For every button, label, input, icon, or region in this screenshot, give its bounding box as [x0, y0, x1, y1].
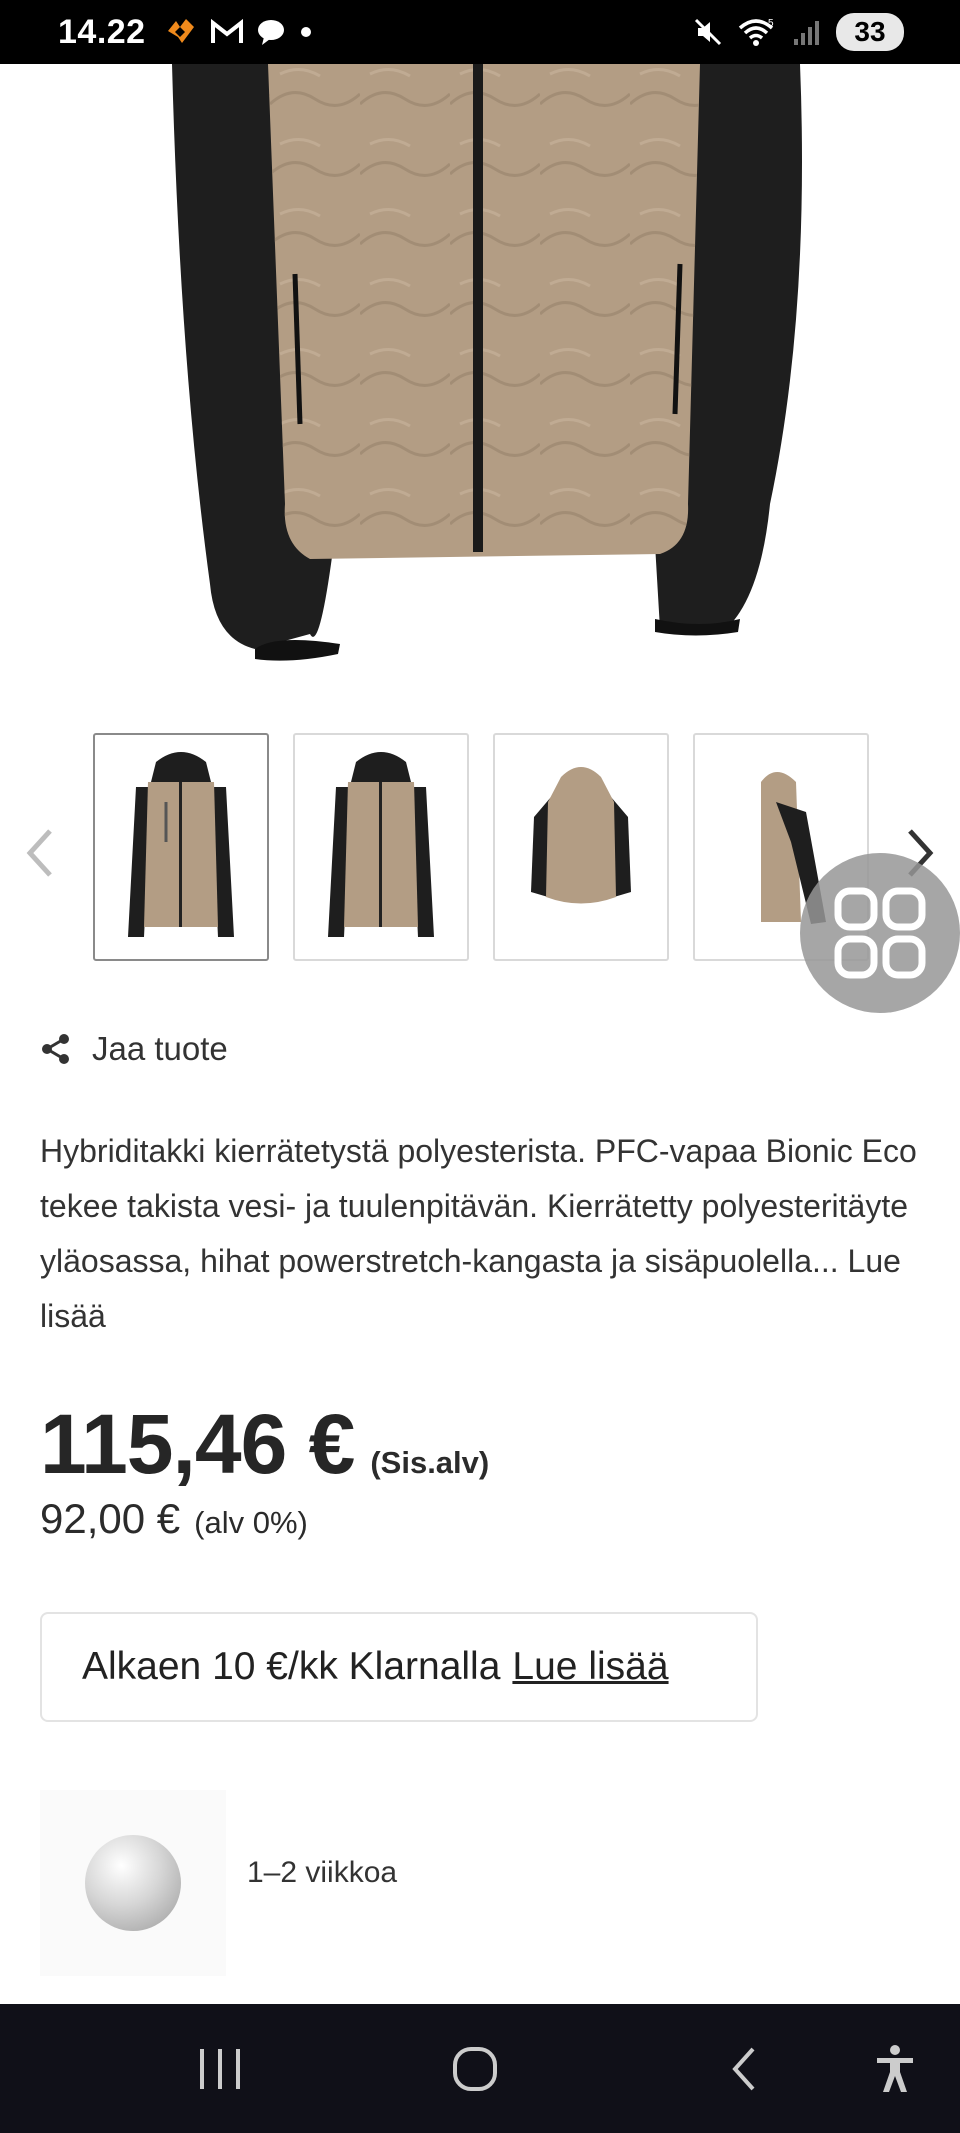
thumbnail-1[interactable]: [93, 733, 269, 961]
jacket-illustration: [172, 64, 802, 661]
chat-icon: [257, 20, 284, 45]
price-excl-label: (alv 0%): [194, 1505, 308, 1540]
back-icon: [732, 2047, 755, 2090]
system-icons: 5 33: [692, 13, 904, 51]
product-description: Hybriditakki kierrätetystä polyesterista…: [40, 1124, 920, 1344]
jacket-thumbnail-front-hood: [128, 752, 234, 937]
home-icon: [453, 2046, 497, 2091]
share-label: Jaa tuote: [92, 1030, 228, 1067]
share-product-button[interactable]: Jaa tuote: [40, 1030, 228, 1068]
accessibility-button[interactable]: [850, 2004, 940, 2133]
signal-icon: [794, 21, 819, 45]
status-bar: 14.22 5 33: [0, 0, 960, 64]
price-excl-row: 92,00 € (alv 0%): [40, 1495, 308, 1543]
delivery-ball-icon: [85, 1835, 181, 1931]
home-button[interactable]: [425, 2004, 525, 2133]
recent-apps-button[interactable]: [170, 2004, 270, 2133]
chevron-left-icon: [26, 829, 52, 877]
product-main-image[interactable]: [0, 64, 960, 684]
prev-image-button[interactable]: [10, 803, 70, 903]
jacket-thumbnail-back: [531, 767, 631, 904]
klarna-read-more-link[interactable]: Lue lisää: [512, 1645, 668, 1689]
wifi-label: 5: [768, 18, 774, 29]
notification-icons: [164, 17, 314, 47]
app-notification-icon: [167, 19, 194, 43]
delivery-status-icon: [40, 1790, 226, 1976]
accessibility-icon: [877, 2044, 913, 2092]
price-vat-label: (Sis.alv): [370, 1445, 490, 1480]
floating-menu-button[interactable]: [800, 853, 960, 1013]
price-incl-vat: 115,46 €: [40, 1397, 355, 1491]
gmail-icon: [210, 18, 243, 43]
thumbnail-3[interactable]: [493, 733, 669, 961]
klarna-financing-box: Alkaen 10 €/kk Klarnalla Lue lisää: [40, 1612, 758, 1722]
system-navigation-bar: [0, 2004, 960, 2133]
description-text: Hybriditakki kierrätetystä polyesterista…: [40, 1133, 917, 1279]
price-excl-vat: 92,00 €: [40, 1495, 181, 1542]
back-button[interactable]: [695, 2004, 795, 2133]
price-row: 115,46 € (Sis.alv): [40, 1396, 489, 1493]
battery-indicator: 33: [836, 13, 904, 51]
grid-icon: [834, 887, 926, 979]
delivery-time: 1–2 viikkoa: [247, 1856, 398, 1889]
klarna-text: Alkaen 10 €/kk Klarnalla: [82, 1645, 501, 1688]
wifi-icon: 5: [738, 18, 774, 46]
share-icon: [42, 1034, 69, 1064]
thumbnail-2[interactable]: [293, 733, 469, 961]
recent-apps-icon: [200, 2048, 240, 2089]
status-time: 14.22: [58, 12, 146, 51]
jacket-thumbnail-front: [328, 752, 434, 937]
dot-icon: [300, 27, 311, 37]
mute-icon: [694, 18, 722, 46]
